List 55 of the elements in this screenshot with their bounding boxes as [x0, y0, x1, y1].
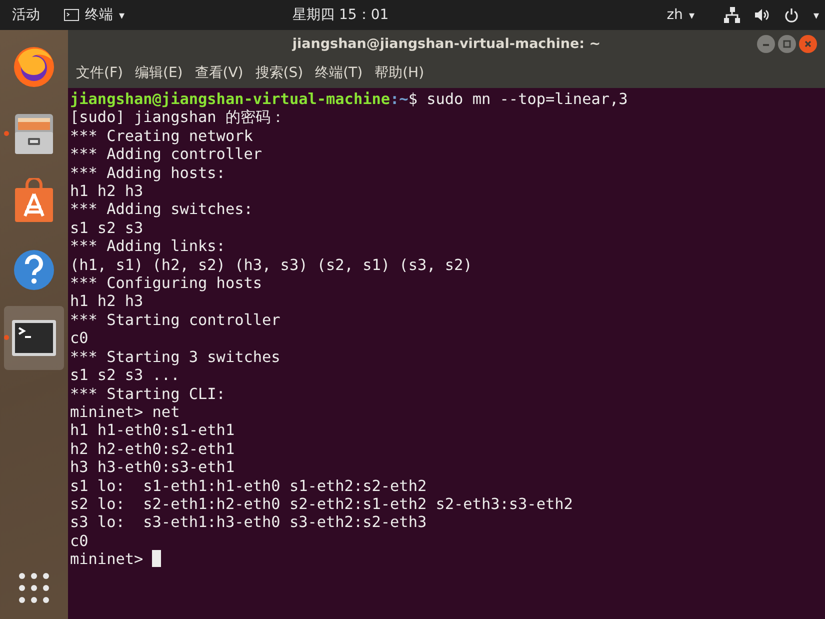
clock[interactable]: 星期四 15：01 — [292, 6, 389, 24]
output-line: *** Creating network — [70, 126, 253, 146]
caret-icon: ▾ — [119, 8, 125, 22]
caret-icon: ▾ — [813, 8, 819, 22]
app-menu-label: 终端 — [85, 6, 113, 24]
system-menu-button[interactable]: ▾ — [724, 7, 819, 23]
maximize-icon — [782, 39, 792, 49]
close-button[interactable] — [799, 35, 817, 53]
menu-item[interactable]: 终端(T) — [309, 64, 369, 82]
window-title: jiangshan@jiangshan-virtual-machine: ~ — [292, 36, 601, 52]
app-menu-button[interactable]: 终端 ▾ — [64, 6, 125, 24]
prompt-symbol: $ — [408, 90, 418, 108]
volume-icon — [754, 8, 770, 22]
output-line: *** Adding links: — [70, 237, 226, 256]
command-text: sudo mn --top=linear,3 — [426, 90, 628, 108]
prompt-user-host: jiangshan@jiangshan-virtual-machine — [70, 90, 390, 108]
output-line: s1 s2 s3 ... — [70, 366, 180, 384]
output-line: [sudo] jiangshan 的密码： — [70, 108, 286, 127]
menu-item[interactable]: 搜索(S) — [249, 64, 310, 82]
output-line: (h1, s1) (h2, s2) (h3, s3) (s2, s1) (s3, s2) — [70, 256, 472, 274]
output-line: s2 lo: s2-eth1:h2-eth0 s2-eth2:s1-eth2 s2-eth3:s3-eth2 — [70, 494, 573, 514]
output-line: h3 h3-eth0:s3-eth1 — [70, 458, 235, 477]
output-line: *** Adding switches: — [70, 200, 253, 219]
output-line: s1 s2 s3 — [70, 218, 144, 238]
menu-item[interactable]: 查看(V) — [188, 64, 250, 82]
output-line: *** Configuring hosts — [70, 274, 262, 292]
output-line: s3 lo: s3-eth1:h3-eth0 s3-eth2:s2-eth3 — [70, 513, 427, 532]
cli-prompt: mininet> — [70, 550, 144, 568]
menu-item[interactable]: 编辑(E) — [128, 64, 189, 82]
output-line: c0 — [70, 532, 88, 550]
power-icon — [784, 8, 800, 22]
output-line: *** Adding controller — [70, 145, 262, 164]
output-line: h1 h2 h3 — [70, 182, 144, 200]
output-line: mininet> net — [70, 402, 180, 422]
close-icon — [803, 39, 813, 49]
menu-item[interactable]: 帮助(H) — [368, 64, 430, 82]
output-line: *** Adding hosts: — [70, 164, 226, 182]
output-line: *** Starting controller — [70, 310, 280, 330]
dock-item[interactable] — [4, 306, 64, 370]
output-line: *** Starting 3 switches — [70, 348, 280, 366]
app-grid-icon[interactable] — [19, 573, 49, 603]
input-method-button[interactable]: zh ▾ — [666, 7, 694, 23]
terminal-icon — [64, 9, 79, 21]
output-line: s1 lo: s1-eth1:h1-eth0 s1-eth2:s2-eth2 — [70, 476, 427, 495]
output-line: h1 h2 h3 — [70, 292, 144, 311]
menu-item[interactable]: 文件(F) — [70, 64, 129, 82]
prompt-path: :~ — [390, 90, 408, 108]
activities-button[interactable]: 活动 — [12, 6, 40, 24]
output-line: c0 — [70, 329, 88, 348]
output-line: h1 h1-eth0:s1-eth1 — [70, 421, 235, 440]
maximize-button[interactable] — [778, 35, 796, 53]
output-line: h2 h2-eth0:s2-eth1 — [70, 440, 235, 458]
network-icon — [724, 7, 740, 23]
minimize-button[interactable] — [757, 35, 775, 53]
output-line: *** Starting CLI: — [70, 384, 226, 403]
